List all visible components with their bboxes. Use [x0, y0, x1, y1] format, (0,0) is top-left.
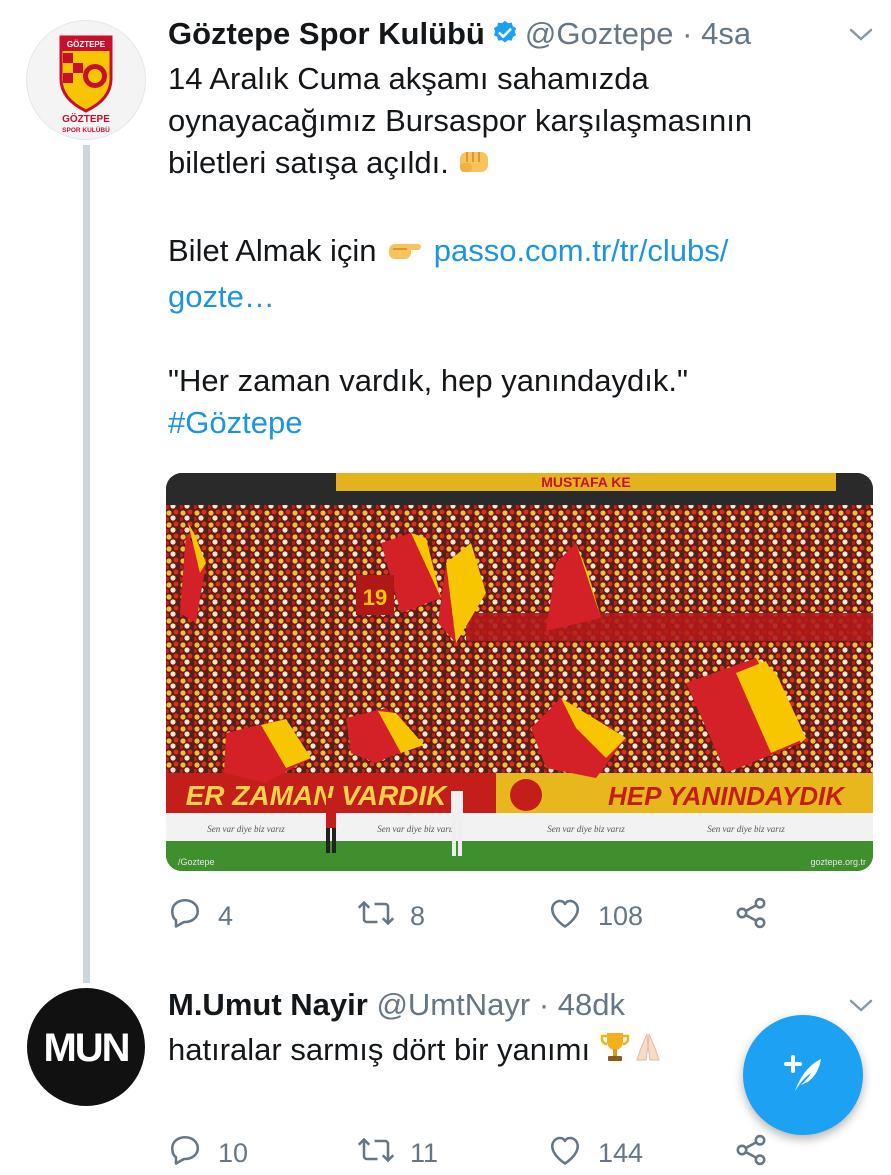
- verified-icon: [491, 19, 519, 52]
- share-icon: [732, 895, 784, 938]
- compose-icon: [775, 1045, 831, 1106]
- hashtag-link[interactable]: #Göztepe: [168, 402, 858, 444]
- goztepe-crest-logo: GÖZTEPE SPOR KULÜBÜ GÖZTEPE: [59, 35, 113, 134]
- goztepe-avatar[interactable]: GÖZTEPE SPOR KULÜBÜ GÖZTEPE: [26, 20, 146, 140]
- umut-avatar[interactable]: MUN: [27, 988, 145, 1106]
- like-button[interactable]: 108: [546, 895, 643, 938]
- svg-text:GÖZTEPE: GÖZTEPE: [62, 112, 110, 125]
- external-link[interactable]: passo.com.tr/tr/clubs/: [434, 233, 729, 268]
- tweet-header: M.Umut Nayir @UmtNayr · 48dk: [168, 989, 625, 1020]
- tweet-text: 14 Aralık Cuma akşamı sahamızda oynayaca…: [168, 58, 858, 444]
- svg-text:Sen var diye biz varız: Sen var diye biz varız: [707, 824, 785, 834]
- share-button[interactable]: [732, 895, 784, 938]
- author-handle[interactable]: @Goztepe: [525, 16, 674, 51]
- tweet-timestamp[interactable]: 4sa: [701, 16, 751, 51]
- tweet-text-fragment: biletleri satışa açıldı.: [168, 145, 449, 180]
- author-handle[interactable]: @UmtNayr: [376, 987, 530, 1022]
- author-name[interactable]: Göztepe Spor Kulübü: [168, 16, 485, 51]
- retweet-count: 8: [410, 901, 426, 931]
- mun-logo: MUN: [43, 1026, 130, 1070]
- svg-text:/Goztepe: /Goztepe: [178, 857, 215, 867]
- like-count: 144: [598, 1138, 644, 1168]
- retweet-icon: [356, 895, 410, 938]
- svg-text:GÖZTEPE: GÖZTEPE: [67, 40, 106, 49]
- tweet-goztepe[interactable]: GÖZTEPE SPOR KULÜBÜ GÖZTEPE Göztepe Spor…: [0, 0, 891, 985]
- tweet-text-line: oynayacağımız Bursaspor karşılaşmasının: [168, 103, 753, 138]
- reply-button[interactable]: 4: [166, 895, 233, 938]
- chevron-down-icon[interactable]: [849, 28, 873, 47]
- svg-text:MUSTAFA KE: MUSTAFA KE: [541, 474, 630, 490]
- reply-icon: [166, 895, 218, 938]
- tweet-text-line: 14 Aralık Cuma akşamı sahamızda: [168, 61, 649, 96]
- like-count: 108: [598, 901, 644, 931]
- tweet-actions: 10 11 144: [166, 1132, 806, 1172]
- share-icon: [732, 1132, 784, 1175]
- author-name[interactable]: M.Umut Nayir: [168, 987, 368, 1022]
- tweet-text-line: Bilet Almak için passo.com.tr/tr/clubs/: [168, 230, 858, 276]
- fist-emoji: [457, 146, 491, 188]
- svg-text:19: 19: [363, 585, 387, 610]
- tweet-quote-text: "Her zaman vardık, hep yanındaydık.": [168, 363, 688, 398]
- svg-text:Sen var diye biz varız: Sen var diye biz varız: [547, 824, 625, 834]
- trophy-emoji: [599, 1030, 631, 1075]
- folded-hands-emoji: [631, 1030, 665, 1075]
- svg-text:MUN: MUN: [43, 1026, 128, 1070]
- share-button[interactable]: [732, 1132, 784, 1175]
- svg-text:Sen var diye biz varız: Sen var diye biz varız: [207, 824, 285, 834]
- svg-text:SPOR KULÜBÜ: SPOR KULÜBÜ: [62, 125, 110, 134]
- tweet-text-fragment: Bilet Almak için: [168, 233, 377, 268]
- header-separator: ·: [538, 987, 550, 1022]
- tweet-header: Göztepe Spor Kulübü @Goztepe · 4sa: [168, 18, 751, 52]
- tweet-text-fragment: hatıralar sarmış dört bir yanımı: [168, 1032, 591, 1067]
- compose-tweet-button[interactable]: [743, 1015, 863, 1135]
- tweet-photo[interactable]: MUSTAFA KE ER ZAMAN VARDIK HEP YANINDAYD…: [166, 473, 873, 871]
- thread-connector-line: [83, 145, 90, 983]
- chevron-down-icon[interactable]: [849, 999, 873, 1018]
- like-icon: [546, 1132, 598, 1175]
- tweet-actions: 4 8 108: [166, 895, 806, 935]
- retweet-icon: [356, 1132, 410, 1175]
- like-icon: [546, 895, 598, 938]
- retweet-button[interactable]: 11: [356, 1132, 438, 1175]
- header-separator: ·: [682, 16, 693, 51]
- reply-button[interactable]: 10: [166, 1132, 248, 1175]
- external-link-continued[interactable]: gozte…: [168, 276, 858, 318]
- reply-icon: [166, 1132, 218, 1175]
- pointing-emoji: [385, 234, 425, 276]
- retweet-count: 11: [410, 1138, 439, 1168]
- tweet-timestamp[interactable]: 48dk: [558, 987, 625, 1022]
- svg-text:goztepe.org.tr: goztepe.org.tr: [810, 857, 866, 867]
- svg-text:ER ZAMAN VARDIK: ER ZAMAN VARDIK: [186, 780, 449, 811]
- reply-count: 10: [218, 1138, 249, 1168]
- retweet-button[interactable]: 8: [356, 895, 425, 938]
- svg-text:Sen var diye biz varız: Sen var diye biz varız: [377, 824, 455, 834]
- svg-text:HEP YANINDAYDIK: HEP YANINDAYDIK: [608, 781, 846, 811]
- stadium-fans-photo: MUSTAFA KE ER ZAMAN VARDIK HEP YANINDAYD…: [166, 473, 873, 871]
- like-button[interactable]: 144: [546, 1132, 643, 1175]
- reply-count: 4: [218, 901, 234, 931]
- tweet-text-line: biletleri satışa açıldı.: [168, 142, 858, 188]
